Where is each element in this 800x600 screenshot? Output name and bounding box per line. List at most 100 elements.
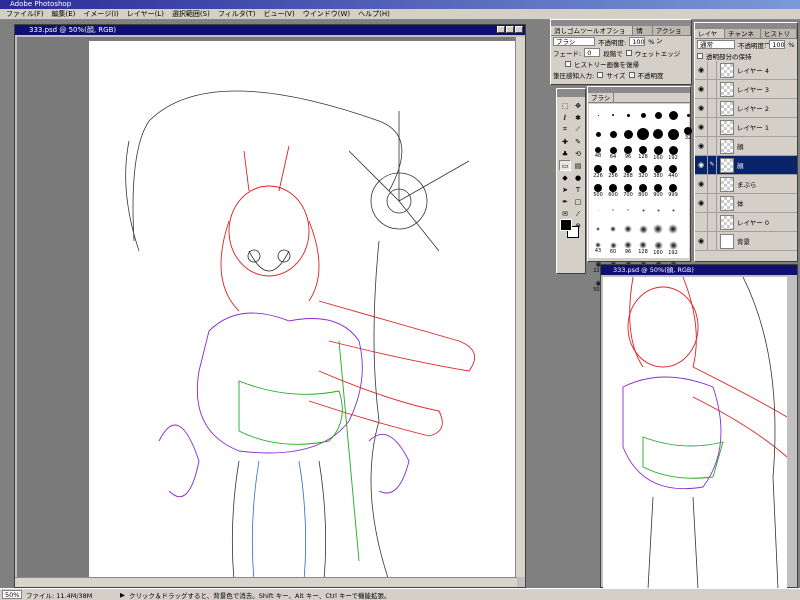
size-checkbox[interactable] [597, 71, 604, 78]
healing-icon[interactable]: ✚ [559, 136, 571, 147]
layer-row[interactable]: ◉ レイヤー 4 [695, 61, 797, 80]
brush-preset[interactable] [651, 125, 665, 143]
tab-option[interactable]: 情報 [633, 26, 653, 45]
menu-item[interactable]: ウインドウ(W) [299, 9, 354, 19]
brush-preset[interactable] [651, 106, 665, 124]
document-window[interactable]: 333.psd @ 50%(顔, RGB) [14, 24, 526, 588]
brush-preset[interactable] [621, 106, 635, 124]
layer-row[interactable]: ◉ まぶら [695, 175, 797, 194]
menu-item[interactable]: フィルタ(T) [214, 9, 260, 19]
fade-input[interactable]: 0 [584, 48, 601, 57]
document-title-bar[interactable]: 333.psd @ 50%(顔, RGB) [15, 25, 525, 35]
eye-icon[interactable]: ◉ [695, 123, 707, 131]
menu-item[interactable]: ヘルプ(H) [354, 9, 394, 19]
close-icon[interactable] [515, 26, 523, 33]
menu-item[interactable]: ビュー(V) [259, 9, 298, 19]
layer-row[interactable]: ◉ ✎ 顔 [695, 156, 797, 175]
eye-icon[interactable]: ◉ [695, 104, 707, 112]
opacity-input[interactable]: 100 [629, 37, 646, 46]
menu-item[interactable]: 選択範囲(S) [168, 9, 214, 19]
brush-preset[interactable] [606, 125, 620, 143]
brush-preset[interactable]: 96 [621, 239, 635, 257]
layer-opacity-input[interactable]: 100 [769, 40, 786, 49]
brush-preset[interactable] [591, 201, 605, 219]
tab-option[interactable]: アクション [652, 26, 691, 45]
notes-icon[interactable]: ✉ [559, 208, 571, 219]
layer-row[interactable]: ◉ 背景 [695, 232, 797, 251]
wet-edges-checkbox[interactable] [625, 49, 632, 56]
brush-preset[interactable] [621, 201, 635, 219]
eye-icon[interactable]: ◉ [695, 161, 707, 169]
foreground-color-swatch[interactable] [560, 219, 572, 231]
brush-preset[interactable] [636, 220, 650, 238]
eye-icon[interactable]: ◉ [695, 199, 707, 207]
brush-preset[interactable]: 288 [621, 163, 635, 181]
eye-icon[interactable]: ◉ [695, 66, 707, 74]
brush-preset[interactable]: 440 [666, 163, 680, 181]
layer-row[interactable]: ◉ レイヤー 3 [695, 80, 797, 99]
brush-preset[interactable]: 160 [651, 144, 665, 162]
brush-preset[interactable]: 43 [591, 239, 605, 257]
eye-icon[interactable]: ◉ [695, 237, 707, 245]
brush-preset[interactable] [666, 125, 680, 143]
minimize-icon[interactable] [497, 26, 505, 33]
brush-preset[interactable]: 320 [636, 163, 650, 181]
brush-preset[interactable] [591, 106, 605, 124]
layer-row[interactable]: ◉ 体 [695, 194, 797, 213]
menu-item[interactable]: レイヤー(L) [123, 9, 168, 19]
layer-link-icon[interactable] [707, 194, 717, 212]
brush-preset[interactable] [681, 106, 695, 124]
move-icon[interactable]: ✥ [572, 100, 584, 111]
toolbox-titlebar[interactable] [557, 89, 585, 97]
magic-wand-icon[interactable]: ✱ [572, 112, 584, 123]
brush-preset[interactable]: 64 [606, 144, 620, 162]
brush-preset[interactable]: 256 [606, 163, 620, 181]
crop-icon[interactable]: ⌗ [559, 124, 571, 135]
brush-preset[interactable] [591, 125, 605, 143]
stamp-icon[interactable]: ♣ [559, 148, 571, 159]
path-select-icon[interactable]: ➤ [559, 184, 571, 195]
horizontal-scrollbar[interactable] [15, 577, 517, 587]
brush-preset[interactable]: 60 [606, 239, 620, 257]
brush-preset[interactable] [666, 201, 680, 219]
layer-link-icon[interactable] [707, 213, 717, 231]
brush-preset[interactable]: 32 [681, 125, 695, 143]
pen-icon[interactable]: ✒ [559, 196, 571, 207]
brush-preset[interactable] [606, 220, 620, 238]
brush-preset[interactable]: 192 [666, 144, 680, 162]
layer-link-icon[interactable] [707, 175, 717, 193]
brush-preset[interactable]: 500 [591, 182, 605, 200]
brush-preset[interactable]: 999 [666, 182, 680, 200]
menu-item[interactable]: イメージ(I) [79, 9, 122, 19]
layer-row[interactable]: レイヤー 0 [695, 213, 797, 232]
layer-link-icon[interactable] [707, 137, 717, 155]
brush-preset[interactable] [606, 201, 620, 219]
brush-preset[interactable]: 96 [621, 144, 635, 162]
brush-preset[interactable]: 600 [606, 182, 620, 200]
brush-preset[interactable] [666, 106, 680, 124]
tab-brushes[interactable]: ブラシ [588, 93, 615, 102]
layer-row[interactable]: ◉ レイヤー 2 [695, 99, 797, 118]
layer-row[interactable]: ◉ 顔 [695, 137, 797, 156]
gradient-icon[interactable]: ▤ [572, 160, 584, 171]
tab-layer-panel[interactable]: レイヤー [695, 29, 726, 48]
document-window-2[interactable]: 333.psd @ 50%(顔, RGB) [600, 264, 798, 589]
maximize-icon[interactable] [506, 26, 514, 33]
brush-preset[interactable] [681, 220, 695, 238]
brush-preset[interactable] [636, 106, 650, 124]
layer-row[interactable]: ◉ レイヤー 1 [695, 118, 797, 137]
history-brush-icon[interactable]: ⟲ [572, 148, 584, 159]
brush-preset[interactable] [666, 220, 680, 238]
eyedropper-icon[interactable]: ⁄ [572, 208, 584, 219]
brush-preset[interactable] [621, 220, 635, 238]
canvas-2[interactable] [603, 277, 787, 589]
brush-preset[interactable] [621, 125, 635, 143]
layer-link-icon[interactable] [707, 232, 717, 250]
eraser-icon[interactable]: ▭ [559, 160, 571, 171]
eye-icon[interactable]: ◉ [695, 85, 707, 93]
vertical-scrollbar[interactable] [515, 37, 525, 577]
brush-preset[interactable] [651, 201, 665, 219]
pressure-opacity-checkbox[interactable] [628, 71, 635, 78]
brush-preset[interactable] [651, 220, 665, 238]
lasso-icon[interactable]: ℓ [559, 112, 571, 123]
